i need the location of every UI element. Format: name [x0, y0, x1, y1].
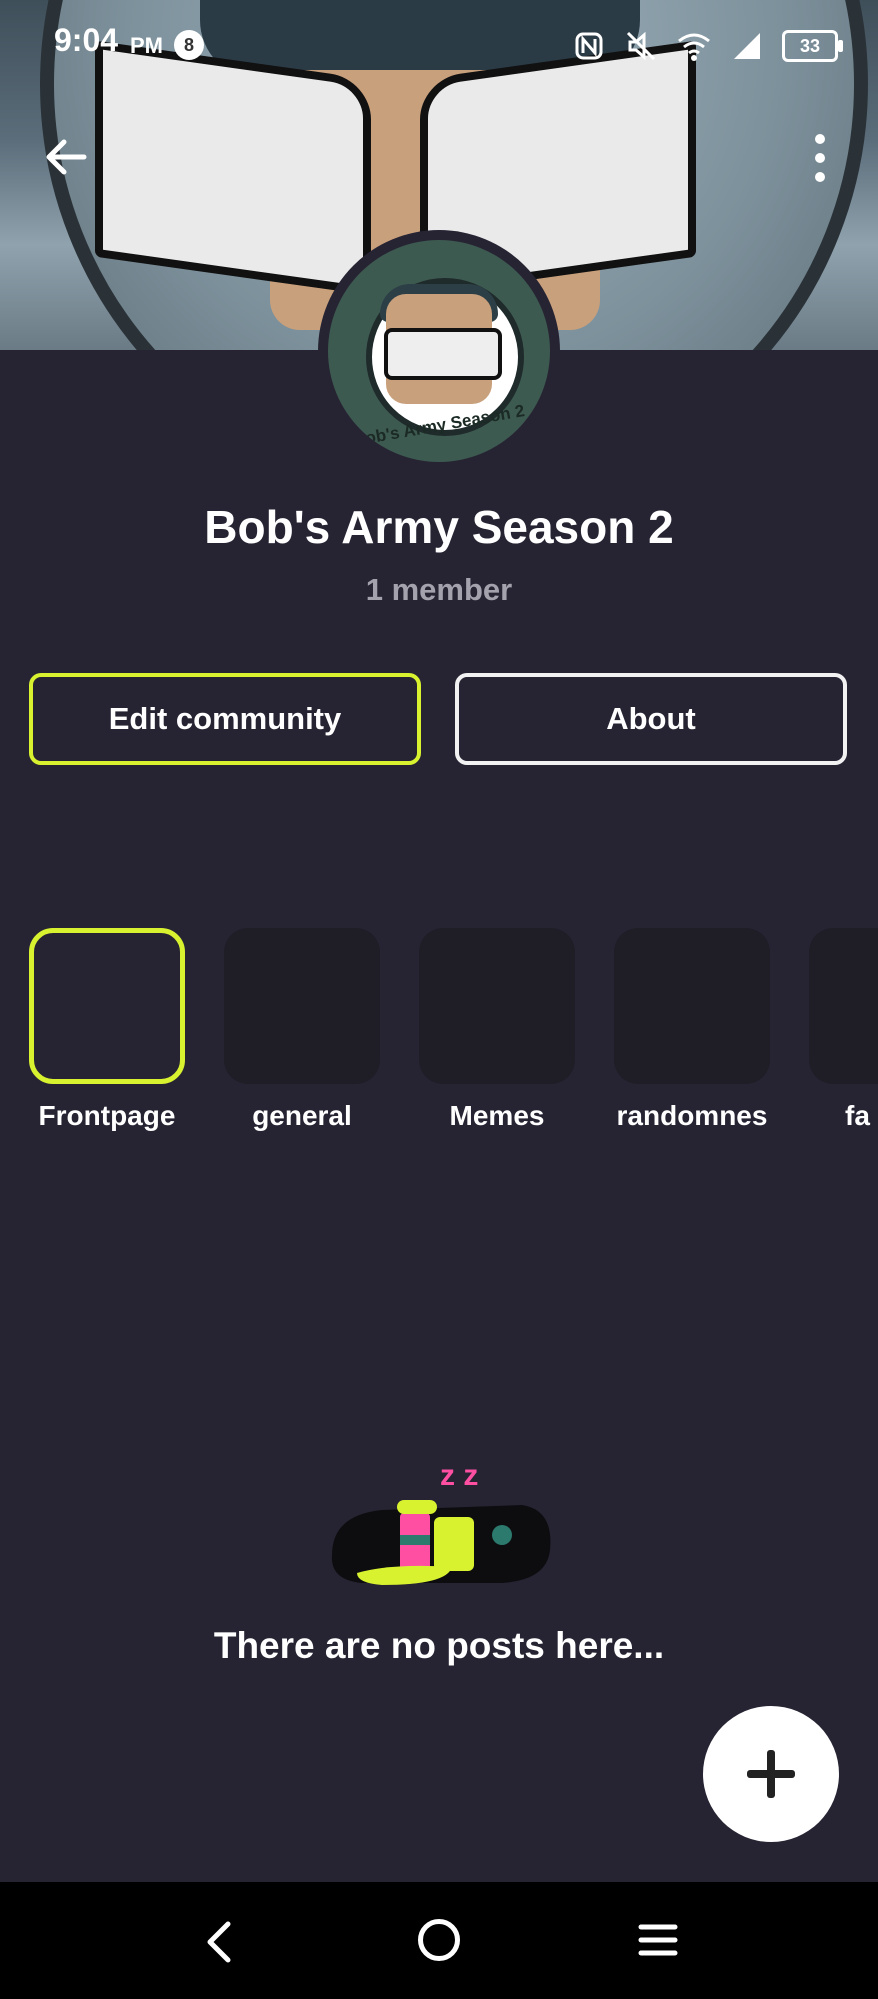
- more-options-icon[interactable]: [800, 130, 840, 186]
- sleeping-mascot-icon: z z: [331, 1459, 551, 1585]
- channel-memes[interactable]: Memes: [419, 928, 575, 1132]
- status-bar: 9:04 PM 8 33: [0, 0, 878, 90]
- mute-icon: [626, 31, 656, 61]
- signal-icon: [734, 33, 760, 59]
- back-arrow-icon[interactable]: [42, 132, 92, 182]
- channel-tile: [419, 928, 575, 1084]
- channel-label: Frontpage: [38, 1100, 176, 1131]
- empty-state-message: There are no posts here...: [213, 1625, 665, 1666]
- channel-partial[interactable]: fa: [809, 928, 878, 1132]
- channel-label: Memes: [449, 1100, 545, 1131]
- channel-general[interactable]: general: [224, 928, 380, 1132]
- sleep-zzz: z z: [440, 1459, 478, 1492]
- plus-icon-bar: [747, 1770, 795, 1778]
- status-time: 9:04: [54, 22, 119, 58]
- battery-icon: 33: [782, 30, 843, 62]
- nav-menu-icon[interactable]: [638, 1922, 678, 1958]
- channel-label: randomnes: [616, 1100, 768, 1131]
- channel-randomness[interactable]: randomnes: [614, 928, 770, 1132]
- channel-tile: [224, 928, 380, 1084]
- edit-community-button[interactable]: Edit community: [29, 673, 421, 765]
- about-button[interactable]: About: [455, 673, 847, 765]
- channel-tile: [614, 928, 770, 1084]
- nav-home-icon[interactable]: [418, 1919, 460, 1961]
- channel-tile: [809, 928, 878, 1084]
- channel-label: general: [252, 1100, 352, 1131]
- create-post-button[interactable]: [703, 1706, 839, 1842]
- community-avatar: Bob's Army Season 2: [318, 230, 560, 472]
- status-icons: 33: [572, 26, 843, 66]
- notification-badge: 8: [174, 30, 204, 60]
- nfc-icon: [575, 32, 603, 60]
- nav-back-icon[interactable]: [200, 1918, 240, 1966]
- member-count: 1 member: [365, 572, 513, 607]
- channel-tile: [29, 928, 185, 1084]
- status-ampm: PM: [130, 33, 163, 58]
- system-nav-bar: [0, 1882, 878, 1999]
- wifi-icon: [678, 33, 710, 61]
- channel-frontpage[interactable]: Frontpage: [29, 928, 185, 1132]
- channel-label: fa: [845, 1100, 870, 1131]
- community-title: Bob's Army Season 2: [204, 501, 674, 553]
